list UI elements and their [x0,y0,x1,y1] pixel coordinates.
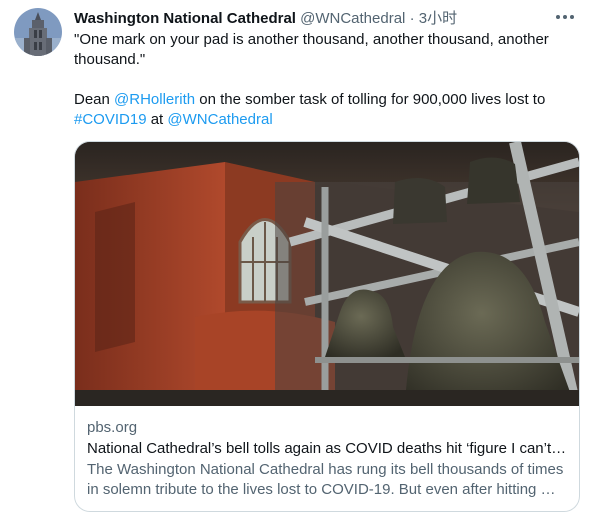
card-text[interactable]: pbs.org National Cathedral’s bell tolls … [87,418,567,500]
text-segment: Dean [74,91,115,108]
cathedral-tower-avatar-icon [14,8,62,56]
text-segment: on the somber task of tolling for 900,00… [195,91,546,108]
tweet-header: Washington National Cathedral @WNCathedr… [74,9,554,29]
more-horizontal-icon[interactable] [554,9,576,25]
card-domain: pbs.org [87,419,138,436]
link-preview-card[interactable]: pbs.org National Cathedral’s bell tolls … [74,141,580,512]
card-title: National Cathedral’s bell tolls again as… [87,440,567,457]
card-image[interactable] [75,142,579,406]
bell-tower-photo-icon [75,142,579,406]
tweet-quote: "One mark on your pad is another thousan… [74,31,549,68]
display-name[interactable]: Washington National Cathedral [74,10,296,27]
hashtag-link[interactable]: #COVID19 [74,111,147,128]
tweet-body: Dean @RHollerith on the somber task of t… [74,90,574,130]
mention-link[interactable]: @RHollerith [114,91,195,108]
text-segment: at [146,111,168,128]
separator-dot: · [409,10,415,27]
card-description: The Washington National Cathedral has ru… [87,461,564,498]
timestamp[interactable]: 3小时 [419,10,457,27]
tweet[interactable]: Washington National Cathedral @WNCathedr… [0,0,594,521]
mention-link[interactable]: @WNCathedral [167,111,272,128]
user-handle[interactable]: @WNCathedral [300,10,405,27]
profile-avatar[interactable] [14,8,62,56]
tweet-text: "One mark on your pad is another thousan… [74,30,574,130]
